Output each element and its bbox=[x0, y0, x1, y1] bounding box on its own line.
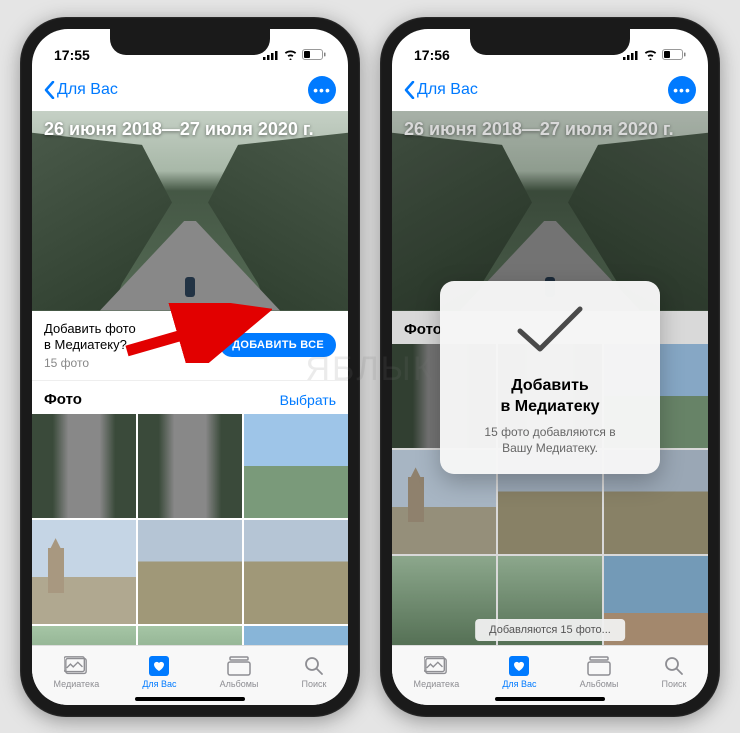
back-button[interactable]: Для Вас bbox=[44, 81, 118, 99]
photo-thumb[interactable] bbox=[244, 520, 348, 624]
select-button[interactable]: Выбрать bbox=[280, 392, 336, 408]
screen-right: 17:56 Для Вас ••• 26 июня 2018—27 июля 2… bbox=[392, 29, 708, 705]
heart-card-icon bbox=[508, 655, 530, 677]
photos-section-header: Фото Выбрать bbox=[32, 380, 348, 414]
status-time: 17:55 bbox=[54, 47, 90, 63]
battery-icon bbox=[662, 49, 686, 60]
tab-label: Альбомы bbox=[220, 679, 259, 689]
search-icon bbox=[304, 656, 324, 676]
phone-right: 17:56 Для Вас ••• 26 июня 2018—27 июля 2… bbox=[380, 17, 720, 717]
tab-albums[interactable]: Альбомы bbox=[220, 655, 259, 689]
prompt-text: Добавить фотов Медиатеку? bbox=[44, 321, 136, 355]
photo-thumb[interactable] bbox=[138, 626, 242, 644]
screen-left: 17:55 Для Вас ••• 26 июня 2018—27 июля 2… bbox=[32, 29, 348, 705]
albums-icon bbox=[227, 656, 251, 676]
checkmark-icon bbox=[514, 303, 586, 357]
back-button[interactable]: Для Вас bbox=[404, 81, 478, 99]
tab-search[interactable]: Поиск bbox=[302, 655, 327, 689]
hero-image[interactable]: 26 июня 2018—27 июля 2020 г. bbox=[32, 111, 348, 311]
modal-title: Добавитьв Медиатеку bbox=[456, 376, 644, 418]
tab-search[interactable]: Поиск bbox=[662, 655, 687, 689]
chevron-left-icon bbox=[404, 81, 415, 99]
wifi-icon bbox=[283, 49, 298, 60]
tab-library[interactable]: Медиатека bbox=[414, 655, 460, 689]
status-icons bbox=[263, 49, 326, 60]
add-all-button[interactable]: ДОБАВИТЬ ВСЕ bbox=[220, 333, 336, 357]
photo-thumb[interactable] bbox=[244, 626, 348, 644]
tab-label: Альбомы bbox=[580, 679, 619, 689]
ellipsis-icon: ••• bbox=[313, 83, 331, 97]
tab-label: Для Вас bbox=[502, 679, 536, 689]
tab-for-you[interactable]: Для Вас bbox=[142, 655, 176, 689]
more-button[interactable]: ••• bbox=[308, 76, 336, 104]
phone-left: 17:55 Для Вас ••• 26 июня 2018—27 июля 2… bbox=[20, 17, 360, 717]
tab-for-you[interactable]: Для Вас bbox=[502, 655, 536, 689]
tab-bar: Медиатека Для Вас Альбомы Поиск bbox=[32, 645, 348, 705]
battery-icon bbox=[302, 49, 326, 60]
tab-label: Поиск bbox=[662, 679, 687, 689]
modal-backdrop: Добавитьв Медиатеку 15 фото добавляются … bbox=[392, 111, 708, 645]
cellular-icon bbox=[263, 50, 279, 60]
tab-albums[interactable]: Альбомы bbox=[580, 655, 619, 689]
hero-title: 26 июня 2018—27 июля 2020 г. bbox=[44, 119, 336, 140]
section-title: Фото bbox=[44, 391, 82, 408]
nav-bar: Для Вас ••• bbox=[32, 69, 348, 111]
tab-bar: Медиатека Для Вас Альбомы Поиск bbox=[392, 645, 708, 705]
tab-label: Поиск bbox=[302, 679, 327, 689]
tab-label: Медиатека bbox=[54, 679, 100, 689]
library-icon bbox=[64, 656, 88, 676]
status-time: 17:56 bbox=[414, 47, 450, 63]
photo-thumb[interactable] bbox=[32, 520, 136, 624]
cellular-icon bbox=[623, 50, 639, 60]
tab-label: Для Вас bbox=[142, 679, 176, 689]
content-area: 26 июня 2018—27 июля 2020 г. Фото bbox=[392, 111, 708, 645]
status-icons bbox=[623, 49, 686, 60]
nav-bar: Для Вас ••• bbox=[392, 69, 708, 111]
photo-thumb[interactable] bbox=[32, 414, 136, 518]
prompt-count: 15 фото bbox=[44, 356, 136, 370]
tab-label: Медиатека bbox=[414, 679, 460, 689]
progress-toast: Добавляются 15 фото... bbox=[475, 619, 625, 641]
wifi-icon bbox=[643, 49, 658, 60]
content-area: 26 июня 2018—27 июля 2020 г. Добавить фо… bbox=[32, 111, 348, 645]
more-button[interactable]: ••• bbox=[668, 76, 696, 104]
ellipsis-icon: ••• bbox=[673, 83, 691, 97]
modal-subtitle: 15 фото добавляются вВашу Медиатеку. bbox=[456, 424, 644, 456]
back-label: Для Вас bbox=[57, 81, 118, 99]
home-indicator[interactable] bbox=[135, 697, 245, 701]
confirmation-modal: Добавитьв Медиатеку 15 фото добавляются … bbox=[440, 281, 660, 474]
photo-thumb[interactable] bbox=[138, 520, 242, 624]
search-icon bbox=[664, 656, 684, 676]
notch bbox=[470, 29, 630, 55]
library-icon bbox=[424, 656, 448, 676]
chevron-left-icon bbox=[44, 81, 55, 99]
heart-card-icon bbox=[148, 655, 170, 677]
photo-thumb[interactable] bbox=[244, 414, 348, 518]
photo-thumb[interactable] bbox=[32, 626, 136, 644]
photo-grid bbox=[32, 414, 348, 644]
notch bbox=[110, 29, 270, 55]
back-label: Для Вас bbox=[417, 81, 478, 99]
albums-icon bbox=[587, 656, 611, 676]
tab-library[interactable]: Медиатека bbox=[54, 655, 100, 689]
home-indicator[interactable] bbox=[495, 697, 605, 701]
photo-thumb[interactable] bbox=[138, 414, 242, 518]
add-prompt-bar: Добавить фотов Медиатеку? 15 фото ДОБАВИ… bbox=[32, 311, 348, 381]
